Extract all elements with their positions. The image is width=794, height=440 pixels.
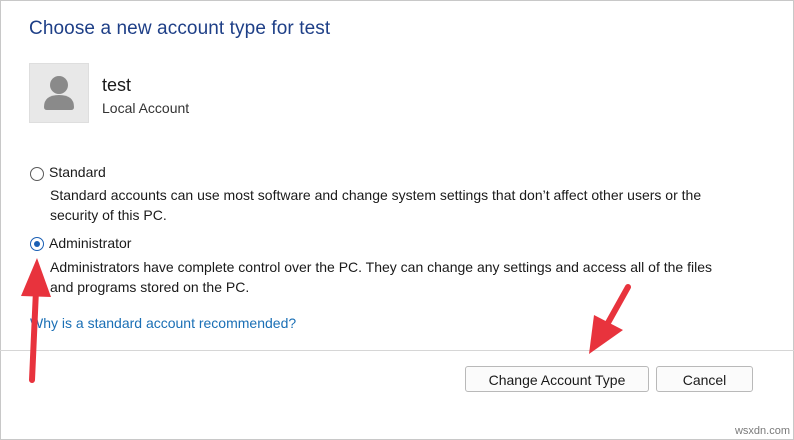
cancel-button[interactable]: Cancel	[656, 366, 753, 392]
watermark: wsxdn.com	[734, 425, 790, 437]
administrator-description-line2: and programs stored on the PC.	[50, 279, 250, 295]
standard-label[interactable]: Standard	[49, 164, 106, 180]
footer-divider	[0, 350, 794, 351]
administrator-label[interactable]: Administrator	[49, 235, 131, 251]
change-account-type-button[interactable]: Change Account Type	[465, 366, 649, 392]
standard-radio[interactable]	[30, 167, 44, 181]
account-kind: Local Account	[102, 100, 190, 116]
dialog-title: Choose a new account type for test	[29, 18, 331, 39]
user-name: test	[102, 75, 132, 95]
administrator-radio[interactable]	[30, 237, 44, 251]
avatar	[29, 63, 89, 123]
person-icon	[44, 76, 74, 110]
standard-description-line1: Standard accounts can use most software …	[50, 187, 702, 203]
standard-description-line2: security of this PC.	[50, 207, 167, 223]
standard-account-help-link[interactable]: Why is a standard account recommended?	[30, 315, 296, 331]
administrator-description-line1: Administrators have complete control ove…	[50, 259, 712, 275]
